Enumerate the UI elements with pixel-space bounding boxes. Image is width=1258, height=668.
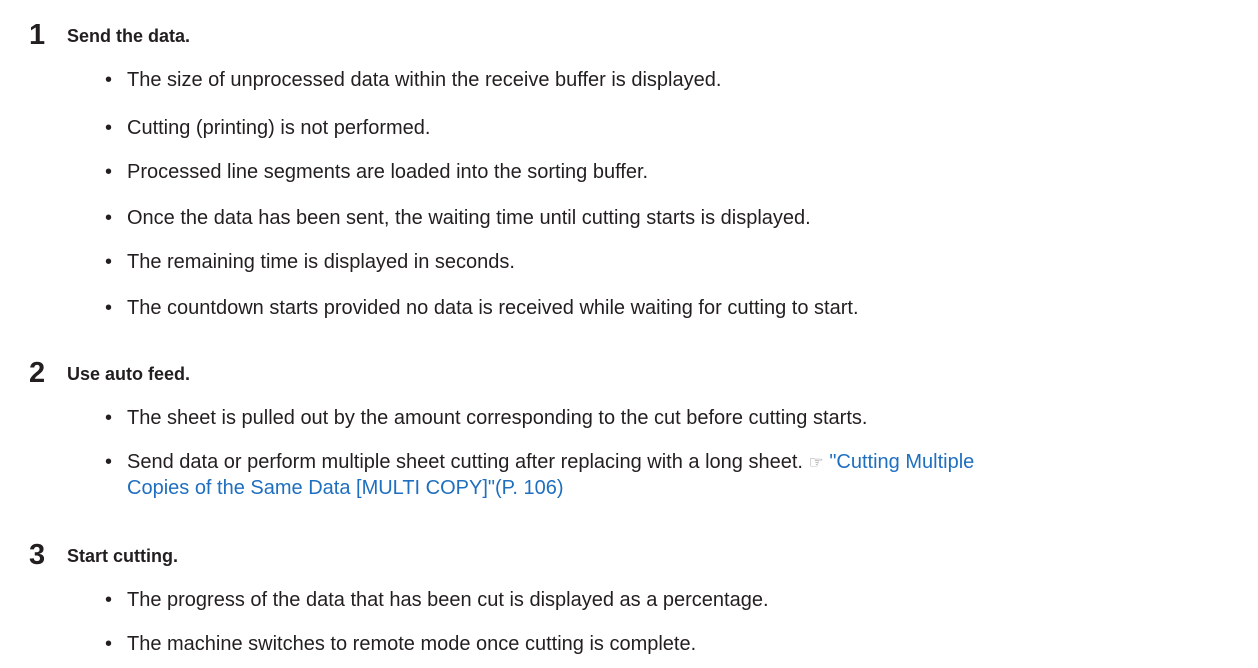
list-item: • The countdown starts provided no data i…	[105, 297, 859, 319]
reference-list-item: • Send data or perform multiple sheet cut…	[105, 451, 975, 473]
step-title: Start cutting.	[67, 546, 178, 566]
manual-page: 1 Send the data. • The size of unprocesse…	[0, 0, 1258, 668]
cross-reference-link-continued[interactable]: Copies of the Same Data [MULTI COPY]"(P.…	[127, 477, 564, 499]
list-item: • The progress of the data that has been …	[105, 589, 769, 611]
reference-icon: ☞	[808, 453, 824, 472]
step-number: 3	[29, 539, 46, 571]
step-number: 2	[29, 357, 46, 389]
list-item: • The size of unprocessed data within the…	[105, 69, 722, 91]
list-item: • The machine switches to remote mode onc…	[105, 633, 697, 655]
step-number: 1	[29, 19, 46, 51]
step-title: Use auto feed.	[67, 364, 191, 384]
list-item: • The sheet is pulled out by the amount c…	[105, 407, 868, 429]
list-item: • Processed line segments are loaded into…	[105, 161, 649, 183]
step-title: Send the data.	[67, 26, 191, 46]
reference-list-item-continued: Copies of the Same Data [MULTI COPY]"(P.…	[0, 476, 572, 501]
cross-reference-link[interactable]: "Cutting Multiple	[829, 451, 974, 473]
list-item: • The remaining time is displayed in seco…	[105, 251, 515, 273]
list-item: • Cutting (printing) is not performed.	[105, 117, 431, 139]
list-item: • Once the data has been sent, the waitin…	[105, 207, 811, 229]
